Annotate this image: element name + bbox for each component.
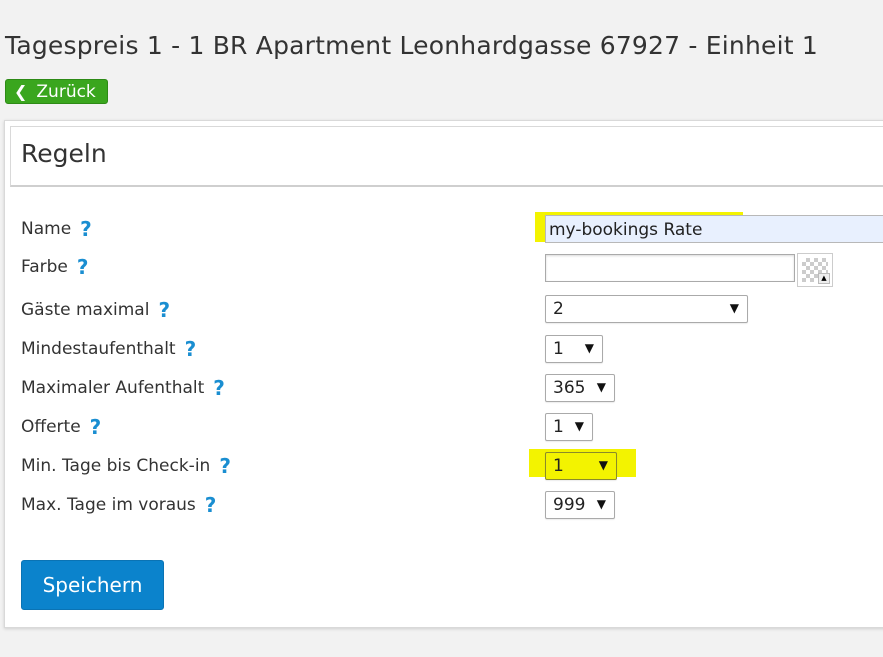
max-guests-label: Gäste maximal [21, 300, 150, 320]
color-label: Farbe [21, 257, 68, 277]
name-field[interactable]: my-bookings Rate [545, 215, 883, 243]
chevron-left-icon: ❮ [14, 81, 28, 101]
min-days-checkin-value: 1 [553, 456, 564, 476]
max-stay-select[interactable]: 365 ▼ [545, 374, 615, 402]
triangle-down-icon: ▼ [596, 497, 606, 511]
caret-up-icon: ▲ [818, 273, 830, 284]
triangle-down-icon: ▼ [596, 380, 606, 394]
triangle-down-icon: ▼ [584, 341, 594, 355]
max-days-advance-row-label-group: Max. Tage im voraus ? [21, 493, 216, 517]
min-days-checkin-select[interactable]: 1 ▼ [545, 452, 617, 480]
min-days-checkin-label: Min. Tage bis Check-in [21, 456, 211, 476]
max-guests-value: 2 [553, 299, 564, 319]
color-row-label-group: Farbe ? [21, 255, 88, 279]
panel-title: Regeln [21, 139, 107, 168]
offer-value: 1 [553, 417, 564, 437]
help-icon[interactable]: ? [205, 493, 217, 517]
help-icon[interactable]: ? [185, 337, 197, 361]
help-icon[interactable]: ? [219, 454, 231, 478]
triangle-down-icon: ▼ [598, 458, 608, 472]
min-days-checkin-row-label-group: Min. Tage bis Check-in ? [21, 454, 231, 478]
min-stay-value: 1 [553, 339, 564, 359]
offer-row-label-group: Offerte ? [21, 415, 101, 439]
back-button-label: Zurück [36, 81, 96, 102]
panel-header-frame [10, 126, 883, 187]
help-icon[interactable]: ? [158, 298, 170, 322]
help-icon[interactable]: ? [90, 415, 102, 439]
color-picker-button[interactable]: ▲ [797, 253, 833, 287]
max-stay-label: Maximaler Aufenthalt [21, 378, 205, 398]
triangle-down-icon: ▼ [574, 419, 584, 433]
max-guests-select[interactable]: 2 ▼ [545, 295, 748, 323]
name-row-label-group: Name ? [21, 217, 92, 241]
max-days-advance-select[interactable]: 999 ▼ [545, 491, 615, 519]
max-stay-row-label-group: Maximaler Aufenthalt ? [21, 376, 225, 400]
max-days-advance-value: 999 [553, 495, 586, 515]
max-guests-row-label-group: Gäste maximal ? [21, 298, 170, 322]
triangle-down-icon: ▼ [729, 301, 739, 315]
page-title: Tagespreis 1 - 1 BR Apartment Leonhardga… [5, 31, 818, 60]
min-stay-select[interactable]: 1 ▼ [545, 335, 603, 363]
name-label: Name [21, 219, 72, 239]
rules-panel: Regeln Name ? my-bookings Rate Farbe ? ▲… [4, 120, 883, 628]
back-button[interactable]: ❮ Zurück [5, 79, 108, 104]
min-stay-row-label-group: Mindestaufenthalt ? [21, 337, 196, 361]
max-stay-value: 365 [553, 378, 586, 398]
offer-select[interactable]: 1 ▼ [545, 413, 593, 441]
help-icon[interactable]: ? [213, 376, 225, 400]
color-field[interactable] [545, 254, 795, 282]
min-stay-label: Mindestaufenthalt [21, 339, 176, 359]
save-button[interactable]: Speichern [21, 560, 164, 610]
help-icon[interactable]: ? [80, 217, 92, 241]
offer-label: Offerte [21, 417, 81, 437]
max-days-advance-label: Max. Tage im voraus [21, 495, 196, 515]
help-icon[interactable]: ? [77, 255, 89, 279]
